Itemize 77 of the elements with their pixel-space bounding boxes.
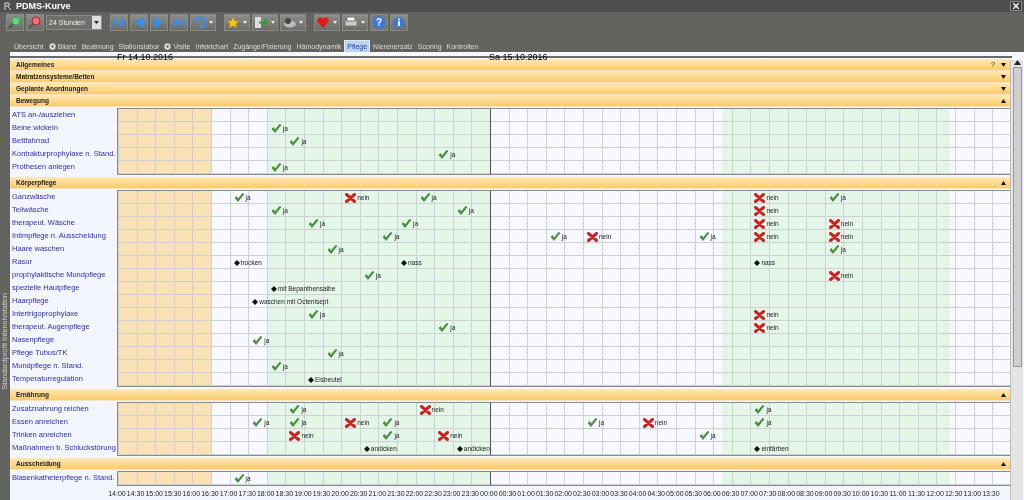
check-icon [289,136,301,147]
check-icon [308,309,319,320]
check-icon [289,417,301,428]
caret-down-icon[interactable] [1001,74,1006,79]
check-icon [252,417,264,428]
check-icon [456,205,468,216]
cross-icon [642,417,654,428]
check-icon [698,430,710,441]
scrollbar[interactable] [1010,60,1023,500]
diamond-bullet-icon [270,285,277,292]
caret-up-icon[interactable] [1001,180,1006,185]
caret-down-icon[interactable] [1001,86,1006,91]
check-icon [549,231,561,242]
diamond-bullet-icon [233,259,240,266]
scroll-up-icon[interactable] [1013,60,1021,65]
check-icon [270,205,282,216]
circle-icon [164,42,172,50]
cross-icon [828,231,840,242]
cross-icon [754,231,766,242]
cross-icon [438,430,450,441]
printer-icon[interactable] [342,13,368,31]
diamond-bullet-icon [754,259,761,266]
caret-up-icon[interactable] [1001,98,1006,103]
cross-icon [345,417,357,428]
export-icon[interactable] [252,13,278,31]
check-icon [754,417,766,428]
cross-icon [754,218,766,229]
app-icon [4,1,12,11]
check-icon [382,430,394,441]
cross-icon [289,430,301,441]
cross-icon [754,322,766,333]
check-icon [828,192,840,203]
check-icon [382,417,394,428]
check-icon [252,335,264,346]
cross-icon [828,270,840,281]
cross-icon [754,205,766,216]
check-icon [308,218,319,229]
diamond-bullet-icon [754,445,761,452]
cross-icon [828,218,840,229]
diamond-bullet-icon [401,259,407,266]
check-icon [382,231,394,242]
check-icon [438,149,450,160]
diamond-bullet-icon [456,445,463,452]
caret-up-icon[interactable] [1001,461,1006,466]
check-icon [419,192,431,203]
check-icon [828,244,840,255]
cross-icon [754,192,766,203]
check-icon [326,348,338,359]
check-icon [363,270,375,281]
check-icon [233,192,245,203]
close-button[interactable] [1010,1,1022,11]
caret-up-icon[interactable] [1001,392,1006,397]
check-icon [401,218,412,229]
check-icon [326,244,338,255]
check-icon [754,404,766,415]
check-icon [270,162,282,173]
check-icon [698,231,710,242]
cross-icon [754,309,766,320]
diamond-bullet-icon [363,445,370,452]
cross-icon [587,231,598,242]
check-icon [233,473,245,484]
diamond-bullet-icon [252,298,259,305]
info-icon[interactable] [390,13,408,31]
zoom-in-icon[interactable] [6,13,24,31]
cross-icon [419,404,431,415]
help-button[interactable]: ? [370,13,388,31]
check-icon [587,417,598,428]
check-icon [270,361,282,372]
cross-icon [345,192,357,203]
caret-down-icon[interactable] [1001,62,1006,67]
check-icon [438,322,450,333]
caret-icon [92,15,101,29]
window-title: PDMS-Kurve [16,1,71,11]
check-icon [289,404,301,415]
diamond-bullet-icon [308,376,314,383]
check-icon [270,123,282,134]
circle-icon [48,42,56,50]
